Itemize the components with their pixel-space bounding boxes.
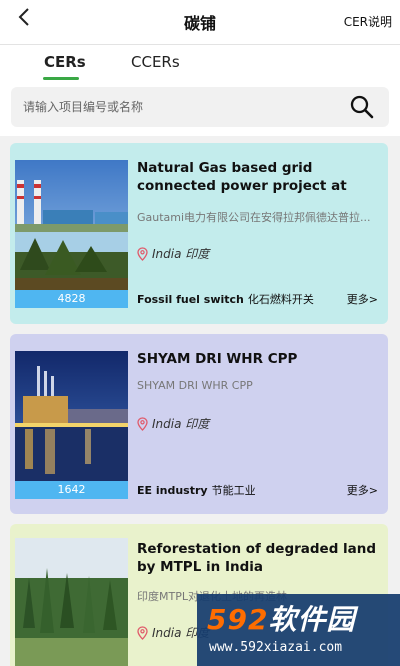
cer-info-link[interactable]: CER说明 — [344, 13, 392, 30]
sector-chinese: 节能工业 — [211, 484, 256, 497]
project-card[interactable]: 4828 Natural Gas based grid connected po… — [10, 143, 388, 324]
more-link[interactable]: 更多> — [347, 291, 378, 307]
project-title[interactable]: SHYAM DRI WHR CPP — [137, 350, 380, 368]
more-link[interactable]: 更多> — [347, 482, 378, 498]
project-title[interactable]: Reforestation of degraded land by MTPL i… — [137, 540, 380, 576]
project-location: India 印度 — [137, 415, 209, 432]
project-thumbnail-power-plant — [15, 160, 128, 292]
sector-english: EE industry — [137, 484, 208, 497]
search-box — [11, 87, 389, 127]
page-title: 碳铺 — [183, 14, 216, 33]
header-bar: 碳铺 CER说明 — [0, 0, 400, 44]
credit-count-badge: 4828 — [15, 290, 128, 308]
credit-count-badge: 1642 — [15, 481, 128, 499]
location-pin-icon — [137, 625, 148, 640]
project-thumbnail-factory-night — [15, 351, 128, 483]
location-text: India 印度 — [152, 247, 210, 261]
watermark-brand: 592软件园 — [207, 598, 355, 638]
watermark-logo: 592软件园 www.592xiazai.com — [197, 594, 400, 666]
sector-chinese: 化石燃料开关 — [247, 293, 314, 306]
project-subtitle: SHYAM DRI WHR CPP — [137, 379, 253, 392]
sector-english: Fossil fuel switch — [137, 293, 244, 306]
project-location: India 印度 — [137, 245, 209, 262]
tab-ccers[interactable]: CCERs — [131, 53, 180, 71]
project-card[interactable]: 1642 SHYAM DRI WHR CPP SHYAM DRI WHR CPP… — [10, 334, 388, 514]
project-sector: EE industry 节能工业 — [137, 482, 256, 498]
tab-bar: CERs CCERs — [0, 44, 400, 80]
project-sector: Fossil fuel switch 化石燃料开关 — [137, 291, 314, 307]
search-icon[interactable] — [349, 94, 375, 120]
project-thumbnail-forest — [15, 538, 128, 666]
watermark-url: www.592xiazai.com — [209, 640, 343, 655]
watermark-brand-num: 592 — [207, 603, 269, 636]
project-title[interactable]: Natural Gas based grid connected power p… — [137, 159, 380, 195]
location-pin-icon — [137, 416, 148, 431]
location-text: India 印度 — [152, 417, 210, 431]
tab-cers[interactable]: CERs — [44, 53, 86, 71]
watermark-brand-text: 软件园 — [268, 603, 356, 636]
search-section — [0, 80, 400, 136]
project-subtitle: Gautami电力有限公司在安得拉邦佩德达普拉... — [137, 211, 371, 224]
search-input[interactable] — [23, 87, 343, 127]
location-pin-icon — [137, 246, 148, 261]
